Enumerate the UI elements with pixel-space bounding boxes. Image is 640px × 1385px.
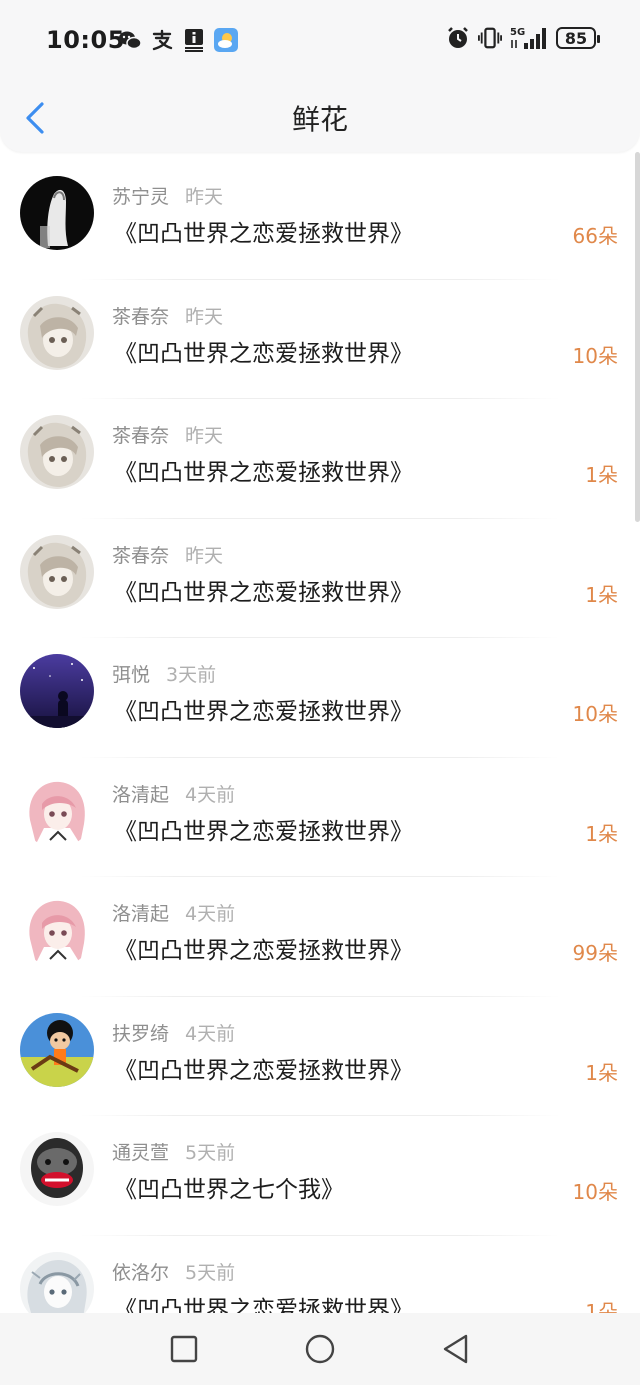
user-name[interactable]: 茶春奈 [112,306,169,328]
timestamp: 昨天 [185,425,224,447]
battery-indicator: 85 [556,27,600,49]
work-title[interactable]: 《凹凸世界之恋爱拯救世界》 [114,1051,413,1085]
timestamp: 5天前 [185,1261,236,1284]
avatar[interactable] [20,176,94,250]
timestamp: 4天前 [185,1022,236,1045]
vibrate-icon [478,26,502,50]
timestamp: 4天前 [185,783,236,806]
user-name[interactable]: 茶春奈 [112,425,169,447]
work-title[interactable]: 《凹凸世界之恋爱拯救世界》 [114,453,413,487]
user-name[interactable]: 弭悦 [112,664,150,686]
page-title: 鲜花 [291,103,348,136]
user-name[interactable]: 依洛尔 [112,1262,169,1284]
timestamp: 昨天 [185,544,224,567]
flower-count: 1朵 [585,1060,618,1085]
flower-count: 10朵 [572,1180,618,1204]
item-meta: 弭悦 3天前 [112,660,216,687]
alipay-icon [150,28,174,52]
work-title[interactable]: 《凹凸世界之恋爱拯救世界》 [114,334,413,368]
item-meta: 通灵萱 5天前 [112,1138,235,1165]
item-meta: 茶春奈 昨天 [112,541,223,568]
avatar[interactable] [20,1012,94,1087]
home-circle-icon[interactable] [304,1333,336,1365]
status-notification-icons [118,28,238,52]
list-item[interactable]: 弭悦 3天前《凹凸世界之恋爱拯救世界》 10朵 [0,638,640,758]
wechat-icon [118,28,142,52]
flower-count: 1朵 [585,821,618,846]
list-item[interactable]: 茶春奈 昨天《凹凸世界之恋爱拯救世界》 1朵 [0,519,640,638]
timestamp: 4天前 [185,903,236,925]
flower-count: 66朵 [572,224,618,248]
signal-5g-icon: 5G [510,26,548,50]
status-bar: 10:05 5G 85 [0,20,640,64]
timestamp: 5天前 [185,1142,236,1164]
timestamp: 3天前 [166,664,217,686]
user-name[interactable]: 洛清起 [112,784,169,806]
flower-count: 10朵 [572,702,618,726]
list-item[interactable]: 茶春奈 昨天《凹凸世界之恋爱拯救世界》 10朵 [0,280,640,399]
page-header: 鲜花 [0,80,640,152]
list-item[interactable]: 通灵萱 5天前《凹凸世界之七个我》 10朵 [0,1116,640,1236]
list-item[interactable]: 扶罗绮 4天前《凹凸世界之恋爱拯救世界》 1朵 [0,997,640,1116]
avatar[interactable] [20,415,94,489]
user-name[interactable]: 苏宁灵 [112,186,169,208]
system-nav-bar [0,1313,640,1385]
user-name[interactable]: 洛清起 [112,903,169,925]
info-icon [182,28,206,52]
weather-icon [214,28,238,52]
timestamp: 昨天 [185,305,224,328]
item-meta: 洛清起 4天前 [112,899,235,926]
item-meta: 茶春奈 昨天 [112,302,223,329]
flower-count: 99朵 [572,941,618,965]
user-name[interactable]: 通灵萱 [112,1142,169,1164]
list-item[interactable]: 苏宁灵 昨天《凹凸世界之恋爱拯救世界》 66朵 [0,160,640,280]
avatar[interactable] [20,1132,94,1206]
flower-list: 苏宁灵 昨天 《凹凸世界之恋爱拯救世界》 66朵 茶春奈 昨天 《凹凸世界之恋爱拯救世界》 1… [0,160,640,1355]
back-triangle-icon[interactable] [440,1333,472,1365]
item-meta: 依洛尔 5天前 [112,1258,235,1285]
work-title[interactable]: 《凹凸世界之恋爱拯救世界》 [114,573,413,607]
top-bar: 10:05 5G 85 鲜花 [0,0,640,152]
avatar[interactable] [20,654,94,728]
status-system-icons: 5G 85 [446,26,600,50]
list-item[interactable]: 洛清起 4天前《凹凸世界之恋爱拯救世界》 1朵 [0,758,640,877]
item-meta: 扶罗绮 4天前 [112,1019,235,1046]
avatar[interactable] [20,893,94,967]
list-item[interactable]: 茶春奈 昨天《凹凸世界之恋爱拯救世界》 1朵 [0,399,640,519]
status-time: 10:05 [46,26,125,54]
alarm-icon [446,26,470,50]
user-name[interactable]: 茶春奈 [112,545,169,567]
item-meta: 洛清起 4天前 [112,780,235,807]
work-title[interactable]: 《凹凸世界之恋爱拯救世界》 [114,692,413,726]
flower-count: 1朵 [585,463,618,487]
avatar[interactable] [20,295,94,370]
item-meta: 茶春奈 昨天 [112,421,223,448]
list-item[interactable]: 洛清起 4天前《凹凸世界之恋爱拯救世界》 99朵 [0,877,640,997]
svg-text:5G: 5G [510,27,525,38]
avatar[interactable] [20,773,94,848]
flower-count: 10朵 [572,343,618,368]
recents-square-icon[interactable] [168,1333,200,1365]
work-title[interactable]: 《凹凸世界之恋爱拯救世界》 [114,214,413,248]
timestamp: 昨天 [185,186,224,208]
item-meta: 苏宁灵 昨天 [112,182,223,209]
user-name[interactable]: 扶罗绮 [112,1023,169,1045]
flower-count: 1朵 [585,582,618,607]
work-title[interactable]: 《凹凸世界之七个我》 [114,1170,344,1204]
avatar[interactable] [20,534,94,609]
work-title[interactable]: 《凹凸世界之恋爱拯救世界》 [114,812,413,846]
work-title[interactable]: 《凹凸世界之恋爱拯救世界》 [114,931,413,965]
